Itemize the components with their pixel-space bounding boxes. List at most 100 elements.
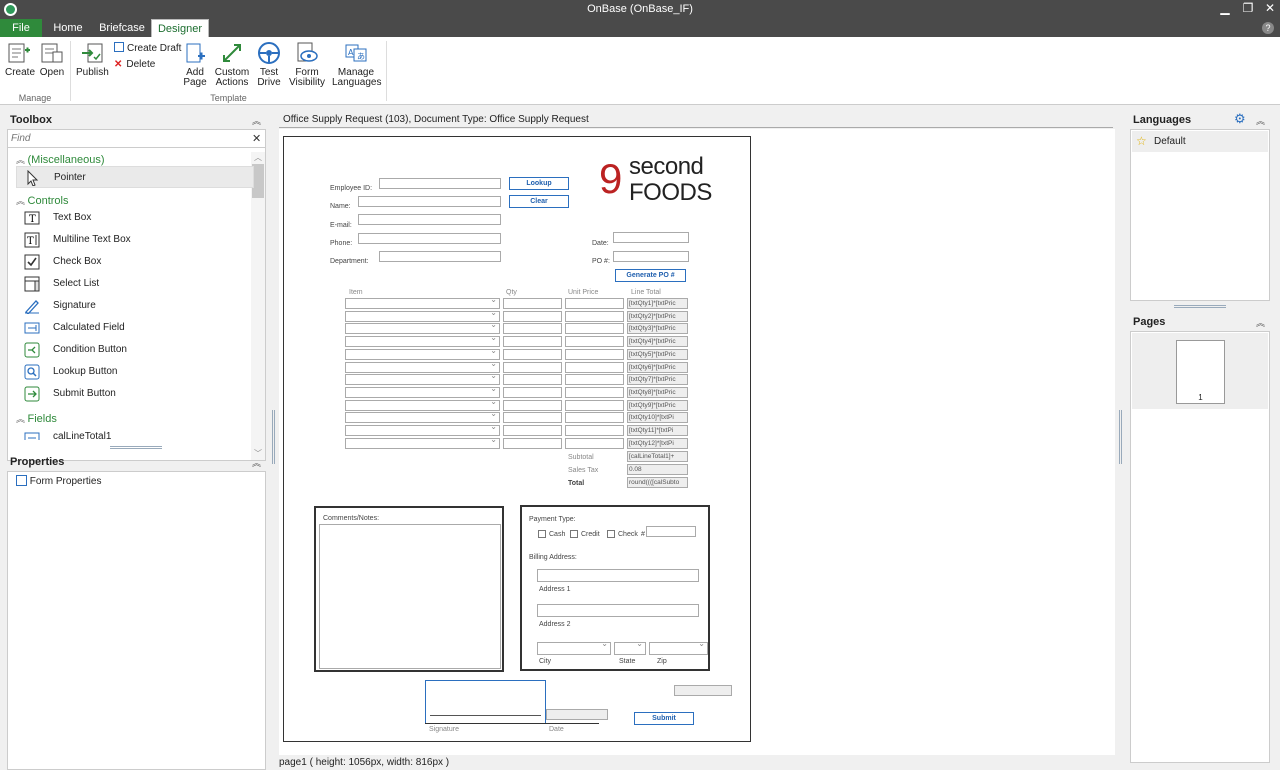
minimize-icon[interactable]: ▁ [1215, 1, 1235, 15]
qty-field[interactable] [503, 437, 562, 449]
unit-price-field[interactable] [565, 386, 624, 398]
hidden-field[interactable] [674, 685, 732, 696]
close-icon[interactable]: ✕ [1260, 1, 1280, 15]
toolbox-item-callinetotal1[interactable]: calLineTotal1 [16, 426, 254, 440]
qty-field[interactable] [503, 425, 562, 436]
qty-field[interactable] [503, 336, 562, 348]
create-button[interactable]: Create [5, 41, 35, 78]
page-thumbnail-item[interactable]: 1 [1132, 333, 1268, 409]
item-dropdown[interactable] [345, 346, 500, 360]
section-fields[interactable]: ︽ Fields [16, 412, 57, 425]
open-button[interactable]: Open [38, 41, 66, 78]
line-total-field[interactable]: [txtQty6]*[txtPric [627, 361, 688, 373]
tab-file[interactable]: File [0, 19, 42, 37]
help-icon[interactable]: ? [1262, 22, 1274, 34]
item-dropdown[interactable] [345, 435, 500, 449]
item-dropdown[interactable] [345, 397, 500, 411]
line-total-field[interactable]: [txtQty8]*[txtPric [627, 386, 688, 398]
qty-field[interactable] [503, 310, 562, 322]
item-dropdown[interactable] [345, 359, 500, 373]
city-dropdown[interactable] [537, 639, 611, 655]
sales-tax-field[interactable]: 0.08 [627, 464, 688, 475]
subtotal-field[interactable]: [calLineTotal1]+ [627, 451, 688, 462]
check-number-field[interactable] [646, 526, 696, 537]
cash-checkbox[interactable] [538, 530, 546, 538]
toolbox-item-check-box[interactable]: Check Box [16, 251, 254, 273]
unit-price-field[interactable] [565, 336, 624, 348]
line-total-field[interactable]: [txtQty4]*[txtPric [627, 336, 688, 348]
address-2-field[interactable] [537, 604, 699, 617]
unit-price-field[interactable] [565, 399, 624, 411]
po-field[interactable] [613, 251, 689, 262]
lookup-button[interactable]: Lookup [509, 177, 569, 190]
form-visibility-button[interactable]: Form Visibility [288, 41, 326, 88]
address-1-field[interactable] [537, 569, 699, 582]
qty-field[interactable] [503, 323, 562, 335]
item-dropdown[interactable] [345, 384, 500, 398]
state-dropdown[interactable] [614, 639, 646, 655]
vertical-splitter-right[interactable] [1119, 410, 1122, 464]
panel-splitter[interactable] [110, 446, 162, 449]
qty-field[interactable] [503, 374, 562, 386]
unit-price-field[interactable] [565, 361, 624, 373]
toolbox-item-condition-button[interactable]: Condition Button [16, 339, 254, 361]
generate-po-button[interactable]: Generate PO # [615, 269, 686, 282]
languages-collapse-icon[interactable]: ︽ [1256, 114, 1265, 127]
form-properties-item[interactable]: Form Properties [16, 475, 101, 487]
zip-dropdown[interactable] [649, 639, 708, 655]
publish-button[interactable]: Publish [76, 41, 109, 78]
toolbox-item-text-box[interactable]: T Text Box [16, 207, 254, 229]
qty-field[interactable] [503, 348, 562, 360]
unit-price-field[interactable] [565, 323, 624, 335]
phone-field[interactable] [358, 233, 501, 244]
check-checkbox[interactable] [607, 530, 615, 538]
toolbox-item-calculated-field[interactable]: Calculated Field [16, 317, 254, 339]
item-dropdown[interactable] [345, 308, 500, 322]
employee-id-field[interactable] [379, 178, 501, 189]
item-dropdown[interactable] [345, 422, 500, 436]
line-total-field[interactable]: [txtQty1]*[txtPric [627, 298, 688, 309]
unit-price-field[interactable] [565, 310, 624, 322]
section-controls[interactable]: ︽ Controls [16, 194, 68, 207]
toolbox-item-lookup-button[interactable]: Lookup Button [16, 361, 254, 383]
clear-button[interactable]: Clear [509, 195, 569, 208]
section-miscellaneous[interactable]: ︽ (Miscellaneous) [16, 153, 105, 166]
submit-button[interactable]: Submit [634, 712, 694, 725]
tab-home[interactable]: Home [48, 19, 88, 37]
clear-find-icon[interactable]: ✕ [252, 132, 261, 145]
unit-price-field[interactable] [565, 425, 624, 436]
item-dropdown[interactable] [345, 320, 500, 335]
test-drive-button[interactable]: Test Drive [255, 41, 283, 88]
toolbox-item-pointer[interactable]: Pointer [16, 166, 254, 188]
languages-settings-gear-icon[interactable]: ⚙ [1234, 111, 1246, 127]
toolbox-find-input[interactable] [8, 130, 265, 148]
signature-date-field[interactable] [546, 709, 608, 720]
add-page-button[interactable]: Add Page [181, 41, 209, 88]
custom-actions-button[interactable]: Custom Actions [214, 41, 250, 88]
unit-price-field[interactable] [565, 412, 624, 424]
credit-checkbox[interactable] [570, 530, 578, 538]
department-field[interactable] [379, 251, 501, 262]
qty-field[interactable] [503, 412, 562, 424]
line-total-field[interactable]: [txtQty5]*[txtPric [627, 348, 688, 360]
toolbox-item-signature[interactable]: Signature [16, 295, 254, 317]
line-total-field[interactable]: [txtQty12]*[txtPi [627, 437, 688, 449]
qty-field[interactable] [503, 298, 562, 309]
total-field[interactable]: round((([calSubto [627, 477, 688, 488]
line-total-field[interactable]: [txtQty9]*[txtPric [627, 399, 688, 411]
item-dropdown[interactable] [345, 333, 500, 348]
manage-languages-button[interactable]: Aあ Manage Languages [332, 41, 382, 88]
right-panel-splitter[interactable] [1174, 305, 1226, 308]
toolbox-item-multiline-text-box[interactable]: T Multiline Text Box [16, 229, 254, 251]
vertical-splitter-left[interactable] [272, 410, 275, 464]
unit-price-field[interactable] [565, 298, 624, 309]
toolbox-collapse-icon[interactable]: ︽ [252, 114, 261, 127]
name-field[interactable] [358, 196, 501, 207]
qty-field[interactable] [503, 386, 562, 398]
pages-collapse-icon[interactable]: ︽ [1256, 316, 1265, 329]
create-draft-button[interactable]: Create Draft [114, 42, 181, 54]
unit-price-field[interactable] [565, 374, 624, 386]
unit-price-field[interactable] [565, 348, 624, 360]
delete-button[interactable]: ✕ Delete [114, 59, 155, 70]
email-field[interactable] [358, 214, 501, 225]
